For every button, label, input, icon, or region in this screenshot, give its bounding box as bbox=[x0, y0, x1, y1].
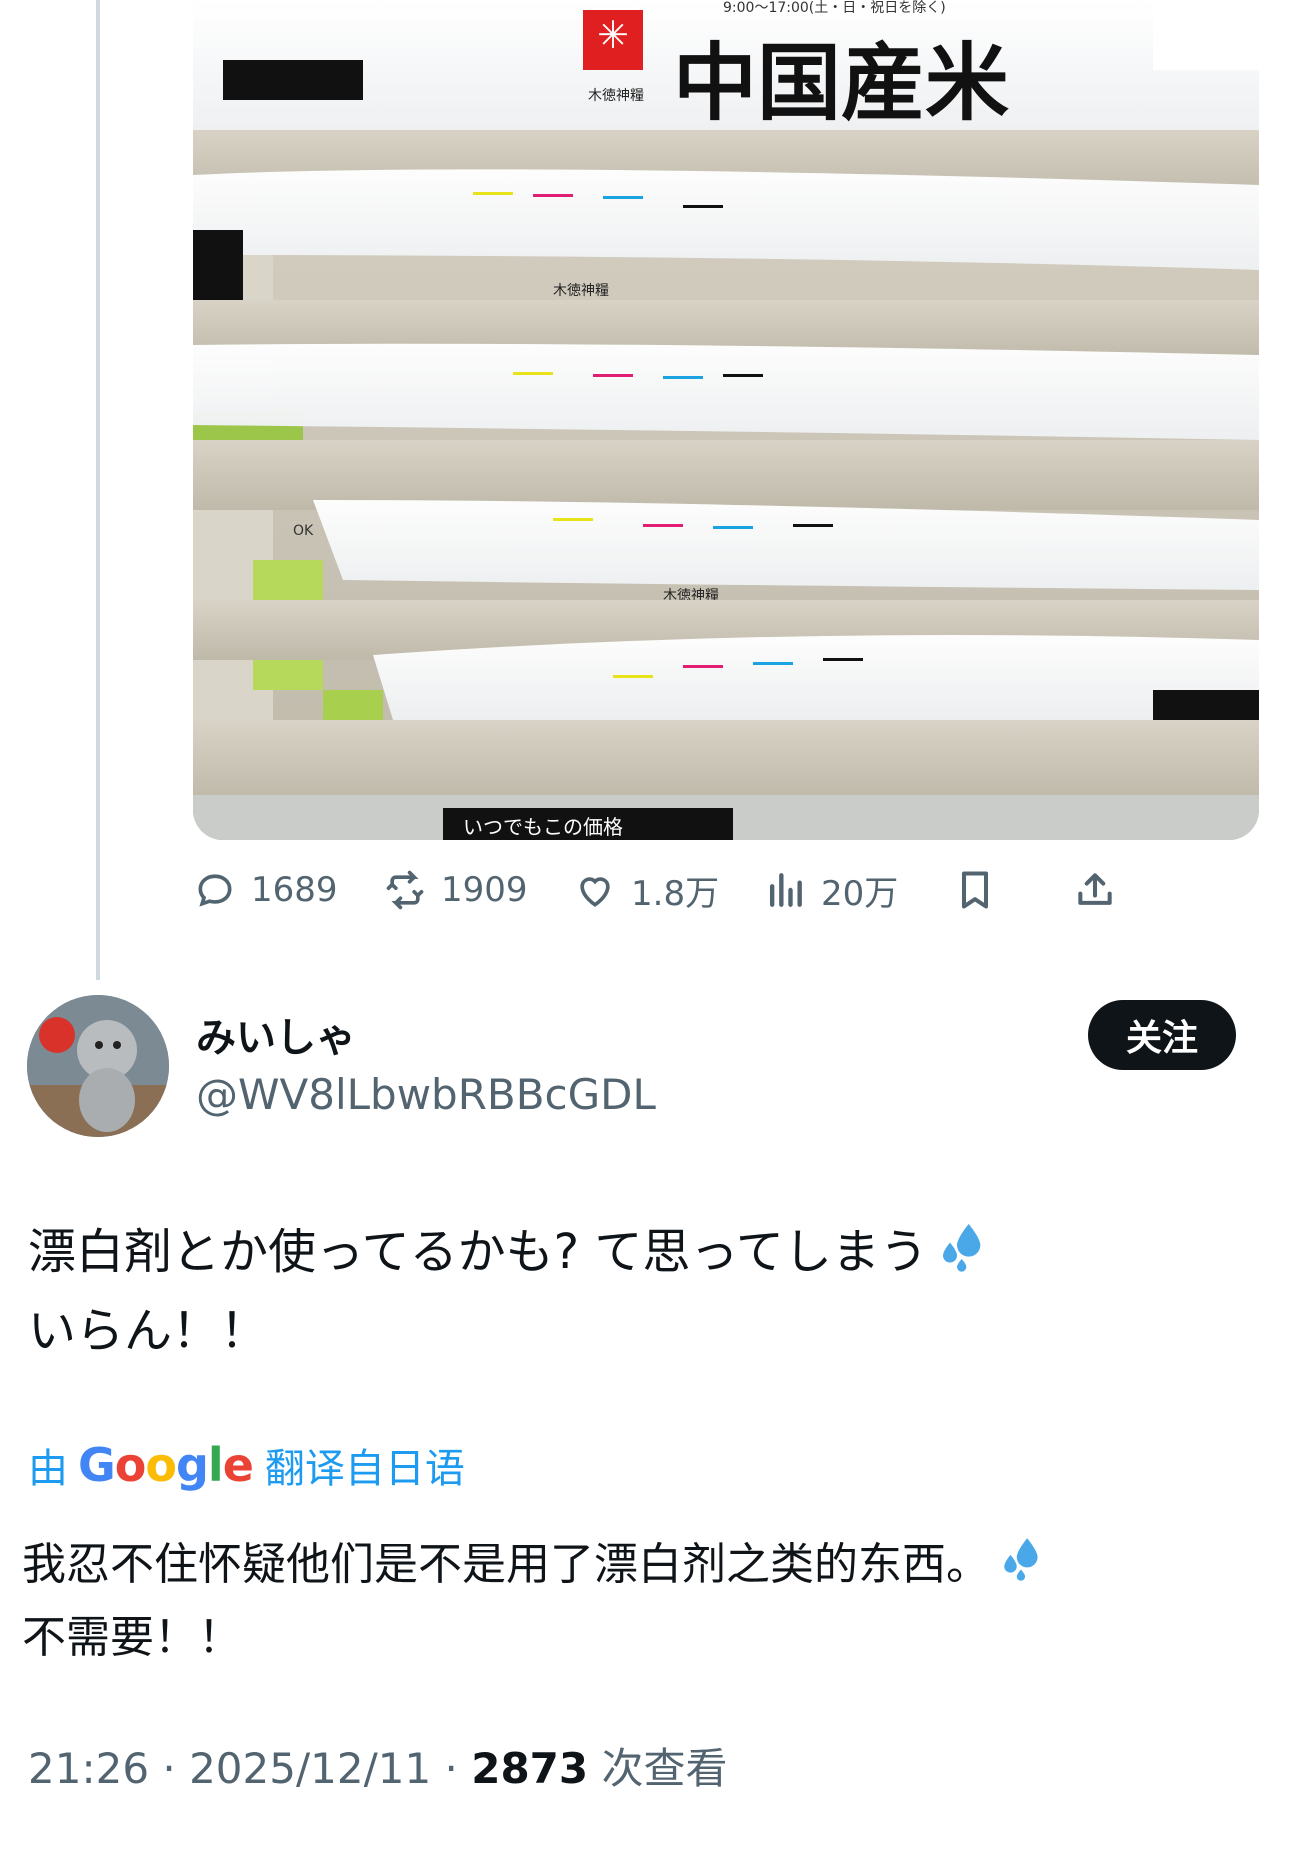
avatar[interactable] bbox=[27, 995, 169, 1137]
share-icon bbox=[1078, 873, 1112, 905]
heart-icon bbox=[580, 877, 610, 907]
google-logo: Google bbox=[78, 1438, 254, 1492]
tweet-line-1: 漂白剤とか使ってるかも? て思ってしまう bbox=[28, 1224, 928, 1280]
reply-button[interactable]: 1689 bbox=[193, 860, 338, 920]
tweet-line-2: いらん！！ bbox=[28, 1302, 269, 1359]
user-handle[interactable]: @WV8lLbwbRBBcGDL bbox=[196, 1070, 656, 1119]
translated-line-2: 不需要！！ bbox=[22, 1611, 242, 1663]
translation-by: 由 bbox=[28, 1446, 68, 1492]
tweet-text: 漂白剤とか使ってるかも? て思ってしまう いらん！！ bbox=[28, 1215, 1248, 1368]
photo-price-sign: いつでもこの価格 bbox=[463, 815, 623, 839]
photo-brand-top: 木徳神糧 bbox=[588, 88, 644, 104]
photo-brand-2: 木徳神糧 bbox=[553, 283, 609, 299]
share-button[interactable] bbox=[1073, 860, 1117, 920]
bookmark-button[interactable] bbox=[953, 860, 997, 920]
like-count: 1.8万 bbox=[631, 873, 720, 914]
bookmark-icon bbox=[961, 871, 989, 909]
tweet-photo[interactable]: ✳ 木徳神糧 9:00〜17:00(土・日・祝日を除く) 中国産米 木徳神糧 O… bbox=[193, 0, 1259, 840]
tweet-actions: 1689 1909 1.8万 20万 bbox=[193, 860, 1259, 920]
translation-attribution[interactable]: 由 Google 翻译自日语 bbox=[28, 1435, 465, 1495]
like-button[interactable]: 1.8万 bbox=[573, 860, 719, 920]
retweet-icon bbox=[386, 870, 424, 910]
sweat-drops-icon bbox=[998, 1532, 1048, 1603]
retweet-count: 1909 bbox=[441, 870, 528, 910]
display-name[interactable]: みいしゃ bbox=[196, 1005, 356, 1063]
reply-icon bbox=[198, 874, 232, 907]
views-icon bbox=[769, 873, 802, 907]
views-count: 20万 bbox=[821, 873, 899, 914]
translated-text: 我忍不住怀疑他们是不是用了漂白剂之类的东西。 不需要！！ bbox=[22, 1530, 1252, 1673]
translated-line-1: 我忍不住怀疑他们是不是用了漂白剂之类的东西。 bbox=[22, 1539, 990, 1590]
retweet-button[interactable]: 1909 bbox=[383, 860, 528, 920]
views-button[interactable]: 20万 bbox=[763, 860, 898, 920]
tweet-meta: 21:26 · 2025/12/11 · 2873 次查看 bbox=[28, 1735, 727, 1796]
sweat-drops-icon bbox=[936, 1217, 992, 1294]
svg-text:✳: ✳ bbox=[597, 13, 629, 57]
view-label: 次查看 bbox=[588, 1744, 728, 1793]
tweet-line: 漂白剤とか使ってるかも? て思ってしまう bbox=[28, 1215, 1248, 1294]
view-count: 2873 bbox=[471, 1744, 589, 1793]
photo-product-label: 中国産米 bbox=[673, 33, 1009, 132]
photo-hours: 9:00〜17:00(土・日・祝日を除く) bbox=[723, 0, 946, 16]
tweet-timestamp[interactable]: 21:26 · 2025/12/11 · bbox=[28, 1744, 471, 1793]
follow-button[interactable]: 关注 bbox=[1088, 1000, 1236, 1070]
translation-label: 翻译自日语 bbox=[264, 1446, 465, 1492]
reply-count: 1689 bbox=[251, 870, 338, 910]
thread-line bbox=[96, 0, 100, 980]
photo-shelf-mark: OK bbox=[293, 523, 314, 539]
